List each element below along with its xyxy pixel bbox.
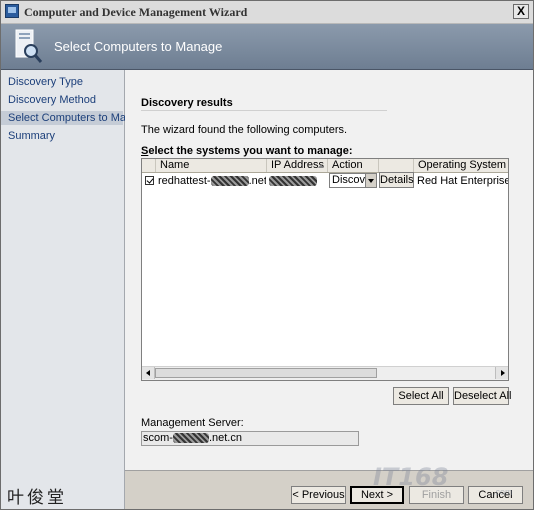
section-title: Discovery results xyxy=(141,97,233,109)
horizontal-scrollbar[interactable] xyxy=(142,366,508,380)
row-name: redhattest- .net.cn xyxy=(158,172,266,190)
scroll-thumb[interactable] xyxy=(155,368,377,378)
author-watermark: 叶俊堂 xyxy=(7,488,67,508)
wizard-banner: Select Computers to Manage xyxy=(1,24,533,70)
mgmt-suffix: .net.cn xyxy=(208,432,242,444)
row-name-prefix: redhattest- xyxy=(158,175,211,187)
redacted-mark xyxy=(210,176,249,187)
found-text: The wizard found the following computers… xyxy=(141,124,348,136)
sort-arrow-icon xyxy=(318,164,324,168)
app-icon xyxy=(5,4,19,18)
wizard-steps-nav: Discovery Type Discovery Method Select C… xyxy=(1,70,150,509)
scroll-right-icon[interactable] xyxy=(495,367,508,379)
mgmt-prefix: scom- xyxy=(143,432,173,444)
title-bar: Computer and Device Management Wizard X xyxy=(1,1,533,24)
wizard-window: Computer and Device Management Wizard X … xyxy=(0,0,534,510)
details-button[interactable]: Details xyxy=(379,172,414,188)
select-all-button[interactable]: Select All xyxy=(393,387,449,405)
previous-button[interactable]: < Previous xyxy=(291,486,346,504)
col-details[interactable] xyxy=(379,159,414,172)
nav-item-select-computers[interactable]: Select Computers to Manage xyxy=(1,111,150,125)
col-operating-system[interactable]: Operating System xyxy=(414,159,508,172)
nav-item-discovery-method[interactable]: Discovery Method xyxy=(1,93,123,107)
redacted-server-mark xyxy=(172,433,209,444)
deselect-all-button[interactable]: Deselect All xyxy=(453,387,511,405)
site-watermark: IT168 xyxy=(373,463,449,491)
row-name-suffix: .net.cn xyxy=(248,175,266,187)
computer-search-icon xyxy=(15,29,43,63)
table-row[interactable]: redhattest- .net.cn Discover Details Red … xyxy=(142,172,509,190)
wizard-content: Discovery results The wizard found the f… xyxy=(125,70,533,470)
row-ip-address xyxy=(269,172,325,190)
site-watermark-suffix: .com xyxy=(493,487,513,497)
redacted-ip-mark xyxy=(269,176,317,187)
management-server-field: scom- .net.cn xyxy=(141,431,359,446)
col-name[interactable]: Name xyxy=(156,159,267,172)
scroll-left-icon[interactable] xyxy=(142,367,155,379)
computers-list[interactable]: Name IP Address Action Operating System … xyxy=(141,158,509,381)
row-operating-system: Red Hat Enterprise Linux E xyxy=(417,175,509,187)
page-title: Select Computers to Manage xyxy=(54,39,223,54)
list-header: Name IP Address Action Operating System xyxy=(142,159,508,173)
select-label-text: elect the systems you want to manage: xyxy=(148,145,353,157)
section-divider xyxy=(141,110,387,111)
wizard-footer: < Previous Next > Finish Cancel xyxy=(125,470,533,509)
action-dropdown[interactable]: Discover xyxy=(329,173,377,188)
col-ip-address[interactable]: IP Address xyxy=(267,159,328,172)
nav-item-summary[interactable]: Summary xyxy=(1,129,123,143)
select-systems-label: Select the systems you want to manage: xyxy=(141,145,353,157)
window-title: Computer and Device Management Wizard xyxy=(24,5,248,19)
col-ip-label: IP Address xyxy=(271,159,324,171)
nav-item-discovery-type[interactable]: Discovery Type xyxy=(1,75,123,89)
col-check xyxy=(142,159,156,172)
close-button[interactable]: X xyxy=(513,4,529,19)
col-action[interactable]: Action xyxy=(328,159,379,172)
chevron-down-icon[interactable] xyxy=(365,174,376,187)
management-server-label: Management Server: xyxy=(141,417,244,429)
row-checkbox[interactable] xyxy=(145,176,154,185)
